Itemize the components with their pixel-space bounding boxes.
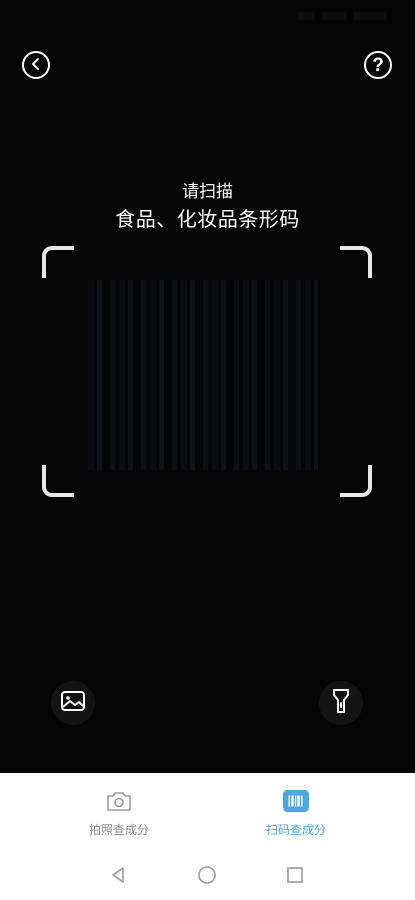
system-home-button[interactable] xyxy=(197,865,217,889)
barcode-icon xyxy=(283,789,309,813)
flashlight-icon xyxy=(332,688,350,718)
scan-frame-corner-bottom-right xyxy=(340,465,372,497)
flashlight-button[interactable] xyxy=(319,681,363,725)
scan-frame-corner-top-left xyxy=(42,246,74,278)
camera-viewfinder: ? 请扫描 食品、化妆品条形码 xyxy=(0,0,415,773)
image-gallery-icon xyxy=(60,690,86,716)
circle-home-icon xyxy=(197,865,217,889)
system-back-button[interactable] xyxy=(108,867,128,887)
scan-prompt-subtitle: 食品、化妆品条形码 xyxy=(115,207,300,231)
camera-icon xyxy=(106,789,132,813)
tab-photo-ingredients[interactable]: 拍照查成分 xyxy=(59,789,179,838)
tab-photo-label: 拍照查成分 xyxy=(88,823,149,837)
back-button[interactable] xyxy=(22,51,50,79)
question-mark-icon: ? xyxy=(372,54,384,76)
system-navigation-bar xyxy=(0,853,415,900)
tab-scan-label: 扫码查成分 xyxy=(265,823,326,837)
help-button[interactable]: ? xyxy=(364,51,392,79)
scan-frame-corner-top-right xyxy=(340,246,372,278)
scan-prompt-title: 请扫描 xyxy=(182,182,233,202)
triangle-back-icon xyxy=(110,866,126,888)
system-recent-button[interactable] xyxy=(285,867,305,887)
status-indicators xyxy=(297,12,387,20)
square-recent-icon xyxy=(286,866,304,888)
scan-frame xyxy=(42,246,372,497)
bottom-tab-bar: 拍照查成分 扫码查成分 xyxy=(0,773,415,853)
tab-scan-ingredients[interactable]: 扫码查成分 xyxy=(236,789,356,838)
album-button[interactable] xyxy=(51,681,95,725)
chevron-left-icon xyxy=(29,56,43,75)
status-bar xyxy=(0,0,415,32)
scan-frame-corner-bottom-left xyxy=(42,465,74,497)
